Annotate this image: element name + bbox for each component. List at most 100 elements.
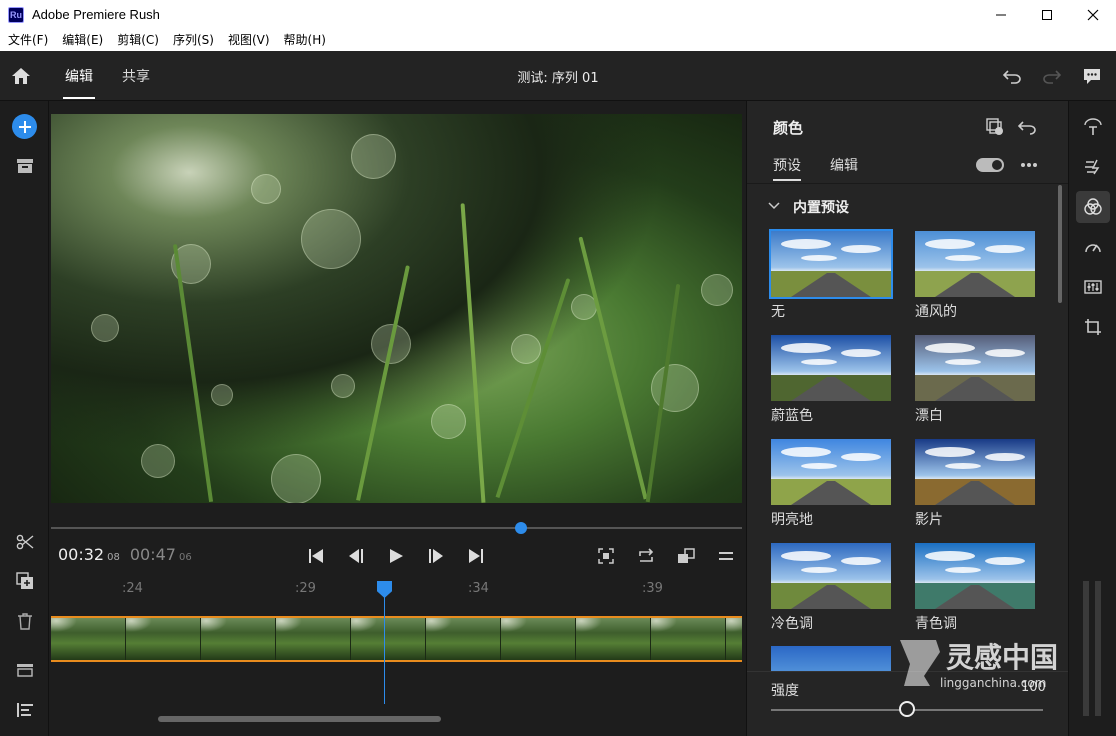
preset-thumbnail (915, 335, 1035, 401)
skip-end-icon (469, 549, 483, 563)
duplicate-button[interactable] (12, 570, 37, 592)
titles-button[interactable] (1081, 115, 1105, 139)
preset-item[interactable]: 蔚蓝色 (771, 335, 891, 425)
minimize-icon (996, 14, 1006, 16)
scissors-icon (16, 534, 33, 550)
ruler-mark: :39 (642, 581, 663, 596)
redo-button[interactable] (1040, 64, 1064, 88)
menu-help[interactable]: 帮助(H) (284, 30, 326, 51)
watermark-brand: 灵感中国 (946, 641, 1059, 674)
clip-thumbnail (426, 618, 501, 660)
playhead-handle[interactable] (377, 581, 392, 598)
chevron-down-icon (768, 202, 780, 210)
audio-meter-right (1095, 581, 1101, 716)
clip-thumbnail (276, 618, 351, 660)
duration-frames: 06 (178, 552, 192, 563)
preset-label: 冷色调 (771, 616, 813, 632)
preset-item[interactable]: 影片 (915, 439, 1035, 529)
playhead-line[interactable] (384, 596, 385, 704)
maximize-icon (1042, 10, 1052, 20)
undo-button[interactable] (1000, 64, 1024, 88)
maximize-button[interactable] (1024, 0, 1070, 30)
transform-button[interactable] (1081, 315, 1105, 339)
preset-item[interactable]: 漂白 (915, 335, 1035, 425)
scrub-bar[interactable] (51, 522, 742, 534)
window-title: Adobe Premiere Rush (32, 7, 160, 22)
project-assets-button[interactable] (12, 155, 37, 177)
ruler-mark: :34 (468, 581, 489, 596)
title-t-icon (1084, 118, 1102, 135)
preset-scrollbar[interactable] (1058, 185, 1062, 303)
preset-thumbnail (915, 231, 1035, 297)
add-media-button[interactable] (12, 114, 37, 139)
menu-file[interactable]: 文件(F) (8, 30, 48, 51)
preset-item[interactable]: 无 (769, 229, 893, 321)
step-back-button[interactable] (345, 545, 367, 567)
color-settings-button[interactable] (983, 115, 1007, 139)
strength-label: 强度 (771, 683, 799, 699)
speed-button[interactable] (1081, 235, 1105, 259)
delete-button[interactable] (12, 610, 37, 632)
close-button[interactable] (1070, 0, 1116, 30)
feedback-button[interactable] (1080, 64, 1104, 88)
preset-label: 影片 (915, 512, 943, 528)
right-toolbar (1068, 101, 1116, 736)
duration-time: 00:47 (129, 545, 176, 564)
menu-sequence[interactable]: 序列(S) (173, 30, 214, 51)
menu-edit[interactable]: 编辑(E) (62, 30, 103, 51)
preset-label: 蔚蓝色 (771, 408, 813, 424)
transitions-button[interactable] (1081, 155, 1105, 179)
preset-item[interactable]: 通风的 (915, 231, 1035, 321)
tab-color-edit[interactable]: 编辑 (830, 155, 858, 175)
go-to-start-button[interactable] (305, 545, 327, 567)
preset-item[interactable]: 冷色调 (771, 543, 891, 633)
step-forward-button[interactable] (425, 545, 447, 567)
section-title: 内置预设 (793, 200, 849, 216)
clip-thumbnail (651, 618, 726, 660)
split-button[interactable] (12, 531, 37, 553)
go-to-end-button[interactable] (465, 545, 487, 567)
menu-view[interactable]: 视图(V) (228, 30, 270, 51)
audio-button[interactable] (1081, 275, 1105, 299)
skip-start-icon (309, 549, 323, 563)
reset-color-button[interactable] (1015, 115, 1039, 139)
preset-label: 漂白 (915, 408, 943, 424)
step-back-icon (349, 549, 363, 563)
clip-thumbnail (351, 618, 426, 660)
aspect-ratio-button[interactable] (675, 545, 697, 567)
color-button[interactable] (1076, 191, 1110, 223)
video-clip[interactable] (51, 616, 742, 662)
duplicate-icon (15, 572, 33, 589)
step-forward-icon (429, 549, 443, 563)
preset-item[interactable]: 明亮地 (771, 439, 891, 529)
sequence-title: 测试: 序列 01 (517, 71, 599, 86)
scrub-handle[interactable] (514, 522, 527, 534)
clip-thumbnail (576, 618, 651, 660)
track-icon (16, 664, 33, 677)
timeline-scrollbar[interactable] (158, 716, 441, 722)
rush-logo-icon: Ru (8, 7, 24, 23)
play-button[interactable] (385, 545, 407, 567)
toggle-tracks-button[interactable] (12, 699, 37, 721)
fullscreen-button[interactable] (595, 545, 617, 567)
chat-icon (1084, 69, 1100, 84)
aspect-ratio-icon (678, 548, 695, 563)
tab-presets[interactable]: 预设 (773, 155, 801, 181)
color-toggle[interactable] (976, 158, 1004, 172)
video-preview[interactable] (51, 114, 742, 503)
menu-clip[interactable]: 剪辑(C) (117, 30, 159, 51)
strength-slider-handle[interactable] (899, 701, 915, 717)
timeline-menu-button[interactable] (715, 545, 737, 567)
loop-button[interactable] (635, 545, 657, 567)
collapse-section-button[interactable] (767, 199, 781, 213)
close-icon (1087, 9, 1099, 21)
timecode-display: 00:32 08 00:47 06 (58, 545, 192, 564)
preset-thumbnail (771, 543, 891, 609)
preset-thumbnail-partial[interactable] (771, 646, 891, 671)
preset-item[interactable]: 青色调 (915, 543, 1035, 633)
minimize-button[interactable] (978, 0, 1024, 30)
menu-lines-icon (719, 552, 733, 560)
color-swatch-icon (986, 118, 1003, 135)
more-options-button[interactable] (1017, 155, 1041, 175)
track-controls-button[interactable] (12, 659, 37, 681)
